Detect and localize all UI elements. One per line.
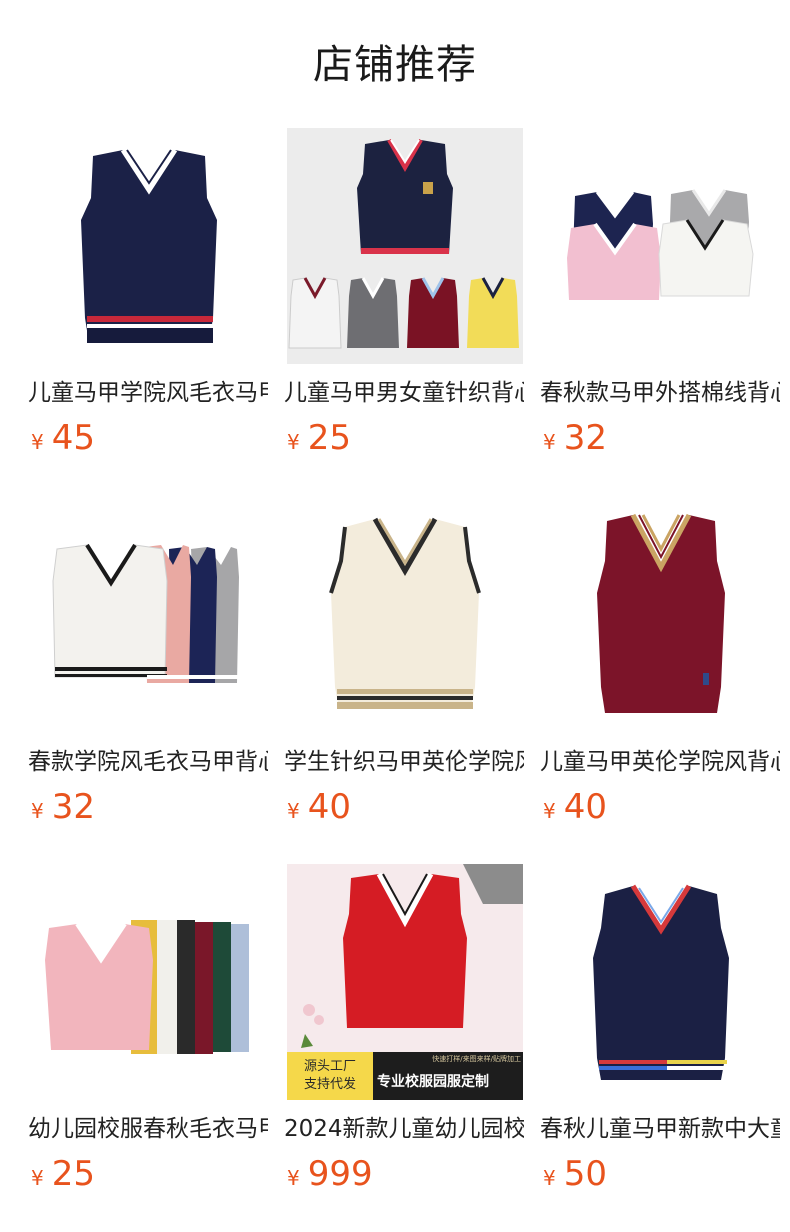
currency-symbol: ¥ [543, 799, 556, 823]
strip-main-text: 专业校服园服定制 [377, 1074, 489, 1090]
product-image[interactable] [31, 497, 267, 733]
product-name[interactable]: 春秋儿童马甲新款中大童 [540, 1112, 780, 1146]
product-image[interactable] [287, 128, 523, 364]
multicolor-vests-image [52, 543, 239, 683]
product-image[interactable] [543, 128, 779, 364]
price-value: 25 [51, 1154, 95, 1194]
product-name[interactable]: 春秋款马甲外搭棉线背心 [540, 376, 780, 410]
product-name[interactable]: 2024新款儿童幼儿园校服 [284, 1112, 524, 1146]
product-name[interactable]: 儿童马甲英伦学院风背心 [540, 745, 780, 779]
product-card[interactable]: 春款学院风毛衣马甲背心 ¥32 [28, 497, 268, 837]
price-value: 40 [563, 787, 607, 827]
product-price: ¥40 [543, 785, 607, 829]
currency-symbol: ¥ [543, 1166, 556, 1190]
product-card[interactable]: 儿童马甲男女童针织背心 ¥25 [284, 128, 524, 468]
price-value: 50 [563, 1154, 607, 1194]
navy-striped-vest-image [593, 884, 729, 1080]
price-value: 40 [307, 787, 351, 827]
price-value: 999 [307, 1154, 373, 1194]
price-value: 45 [51, 418, 95, 458]
currency-symbol: ¥ [31, 1166, 44, 1190]
product-card[interactable]: 春秋儿童马甲新款中大童 ¥50 [540, 864, 780, 1204]
product-name[interactable]: 幼儿园校服春秋毛衣马甲 [28, 1112, 268, 1146]
product-image[interactable] [31, 128, 267, 364]
badge-line-2: 支持代发 [303, 1077, 356, 1092]
product-name[interactable]: 儿童马甲学院风毛衣马甲 [28, 376, 268, 410]
product-card[interactable]: 儿童马甲英伦学院风背心 ¥40 [540, 497, 780, 837]
navy-vest-set-image [288, 139, 519, 349]
product-price: ¥32 [31, 785, 95, 829]
burgundy-vest-image [597, 513, 725, 713]
navy-vest-image [81, 148, 217, 343]
product-price: ¥25 [287, 416, 351, 460]
product-price: ¥999 [287, 1152, 373, 1196]
strip-small-text: 快速打样/来图来样/贴牌加工 [432, 1055, 521, 1063]
product-image[interactable] [543, 497, 779, 733]
price-value: 32 [563, 418, 607, 458]
product-image[interactable] [543, 864, 779, 1100]
currency-symbol: ¥ [543, 430, 556, 454]
product-image[interactable] [31, 864, 267, 1100]
product-grid: 儿童马甲学院风毛衣马甲 ¥45 儿童马甲男女童针织背心 ¥ 25 春秋款马甲外搭… [0, 0, 790, 1232]
price-value: 32 [51, 787, 95, 827]
product-price: ¥32 [543, 416, 607, 460]
product-price: ¥50 [543, 1152, 607, 1196]
product-card[interactable]: 幼儿园校服春秋毛衣马甲 ¥25 [28, 864, 268, 1204]
product-image[interactable] [287, 497, 523, 733]
currency-symbol: ¥ [287, 1166, 300, 1190]
pastel-vests-image [567, 189, 754, 300]
rainbow-vests-image [45, 920, 249, 1054]
product-name[interactable]: 学生针织马甲英伦学院风 [284, 745, 524, 779]
cream-vest-image [329, 517, 481, 709]
factory-badge: 源头工厂 支持代发 [287, 1052, 373, 1100]
product-card[interactable]: 学生针织马甲英伦学院风 ¥40 [284, 497, 524, 837]
product-price: ¥25 [31, 1152, 95, 1196]
product-image[interactable]: 源头工厂 支持代发 快速打样/来图来样/贴牌加工 专业校服园服定制 [287, 864, 523, 1100]
currency-symbol: ¥ [287, 430, 300, 454]
product-name[interactable]: 儿童马甲男女童针织背心 [284, 376, 524, 410]
currency-symbol: ¥ [287, 799, 300, 823]
product-card[interactable]: 源头工厂 支持代发 快速打样/来图来样/贴牌加工 专业校服园服定制 2024新款… [284, 864, 524, 1204]
service-strip: 快速打样/来图来样/贴牌加工 专业校服园服定制 [373, 1052, 523, 1100]
price-value: 25 [307, 418, 351, 458]
product-card[interactable]: 儿童马甲学院风毛衣马甲 ¥45 [28, 128, 268, 468]
badge-line-1: 源头工厂 [303, 1059, 356, 1074]
product-price: ¥40 [287, 785, 351, 829]
product-card[interactable]: 春秋款马甲外搭棉线背心 ¥32 [540, 128, 780, 468]
currency-symbol: ¥ [31, 799, 44, 823]
currency-symbol: ¥ [31, 430, 44, 454]
product-price: ¥45 [31, 416, 95, 460]
product-name[interactable]: 春款学院风毛衣马甲背心 [28, 745, 268, 779]
